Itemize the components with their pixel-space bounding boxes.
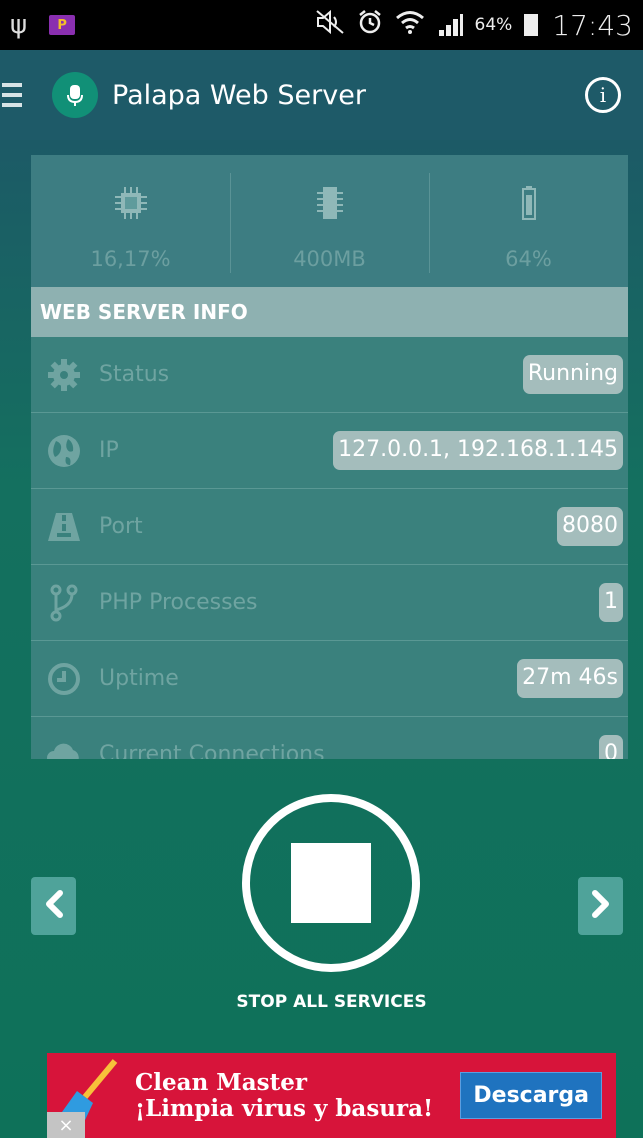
prev-button[interactable] — [31, 877, 76, 935]
fork-icon — [45, 584, 83, 622]
ip-label: IP — [99, 438, 119, 463]
gear-icon — [45, 356, 83, 394]
web-server-info-header: WEB SERVER INFO — [31, 287, 628, 337]
status-badge: Running — [522, 355, 623, 394]
list-item-php-processes: PHP Processes 1 — [31, 565, 628, 641]
ram-icon — [315, 187, 345, 219]
list-item-port: Port 8080 — [31, 489, 628, 565]
list-item-status: Status Running — [31, 337, 628, 413]
resource-stats: 16,17% 400MB 64% — [31, 155, 628, 287]
alarm-icon — [357, 9, 383, 41]
status-bar: ψ P 64% 17:43 — [0, 0, 643, 50]
app-bar: Palapa Web Server i — [0, 50, 643, 140]
app-logo-icon — [52, 72, 98, 118]
current-connections-value: 0 — [599, 735, 623, 759]
wifi-icon — [395, 9, 425, 41]
ram-value: 400MB — [293, 247, 366, 271]
cpu-value: 16,17% — [90, 247, 171, 271]
port-value: 8080 — [557, 507, 623, 546]
battery-percent: 64% — [474, 15, 513, 35]
stop-icon — [291, 843, 371, 923]
road-icon — [45, 508, 83, 546]
server-panel: 16,17% 400MB 64% WEB SERVER INFO Status … — [31, 155, 628, 759]
ip-value: 127.0.0.1, 192.168.1.145 — [333, 431, 623, 470]
globe-icon — [45, 432, 83, 470]
info-icon-label: i — [599, 83, 607, 107]
stat-power: 64% — [429, 155, 628, 287]
ad-text: Clean Master ¡Limpia virus y basura! — [135, 1070, 433, 1121]
stop-all-services-label: STOP ALL SERVICES — [236, 992, 427, 1012]
clock-time: 17:43 — [552, 8, 633, 42]
stop-all-services-button[interactable] — [242, 794, 420, 972]
stat-ram: 400MB — [230, 155, 429, 287]
usb-icon: ψ — [10, 10, 28, 40]
ad-close-icon[interactable]: × — [47, 1112, 85, 1138]
ad-subtitle: ¡Limpia virus y basura! — [135, 1094, 434, 1122]
php-processes-label: PHP Processes — [99, 590, 258, 615]
status-label: Status — [99, 362, 170, 387]
cloud-icon — [45, 736, 83, 759]
current-connections-label: Current Connections — [99, 742, 325, 759]
php-processes-value: 1 — [599, 583, 623, 622]
ad-banner[interactable]: Clean Master ¡Limpia virus y basura! Des… — [47, 1053, 616, 1138]
list-item-current-connections: Current Connections 0 — [31, 717, 628, 759]
info-icon[interactable]: i — [585, 77, 621, 113]
next-button[interactable] — [578, 877, 623, 935]
signal-icon — [437, 14, 463, 36]
menu-icon[interactable] — [2, 83, 22, 107]
cpu-icon — [113, 187, 149, 219]
ad-download-button[interactable]: Descarga — [460, 1072, 602, 1119]
chevron-left-icon — [42, 889, 66, 923]
chevron-right-icon — [589, 889, 613, 923]
server-info-list: Status Running IP 127.0.0.1, 192.168.1.1… — [31, 337, 628, 759]
stat-cpu: 16,17% — [31, 155, 230, 287]
mute-icon — [315, 9, 345, 41]
parking-app-icon: P — [49, 15, 76, 35]
power-value: 64% — [505, 247, 552, 271]
ad-title: Clean Master — [135, 1069, 307, 1097]
port-label: Port — [99, 514, 143, 539]
uptime-label: Uptime — [99, 666, 179, 691]
app-title: Palapa Web Server — [112, 79, 366, 111]
battery-icon — [521, 186, 537, 220]
list-item-ip: IP 127.0.0.1, 192.168.1.145 — [31, 413, 628, 489]
list-item-uptime: Uptime 27m 46s — [31, 641, 628, 717]
battery-charging-icon — [524, 14, 539, 36]
uptime-value: 27m 46s — [517, 659, 623, 698]
clock-icon — [45, 660, 83, 698]
